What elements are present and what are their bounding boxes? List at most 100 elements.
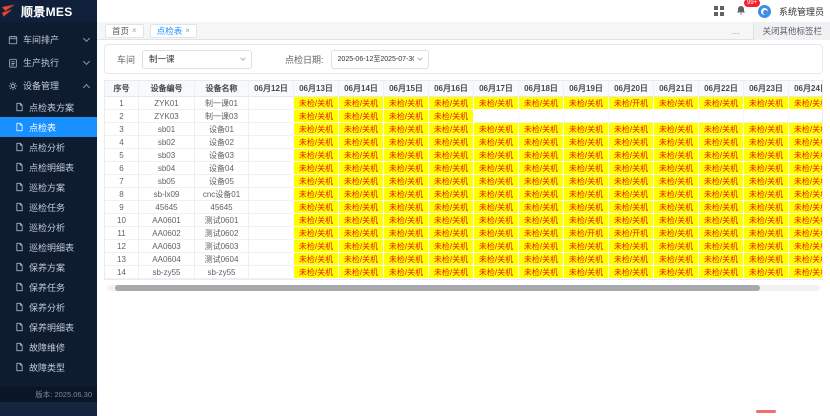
status-cell[interactable]: 未检/开机 (609, 227, 654, 240)
status-cell[interactable]: 未检/关机 (609, 201, 654, 214)
status-cell[interactable]: 未检/关机 (339, 123, 384, 136)
close-icon[interactable]: × (132, 26, 137, 35)
status-cell[interactable]: 未检/关机 (654, 253, 699, 266)
sidebar-item-13[interactable]: 故障类型 (0, 357, 97, 377)
horizontal-scrollbar-track[interactable] (107, 285, 820, 291)
status-cell[interactable]: 未检/关机 (474, 266, 519, 279)
status-cell[interactable]: 未检/关机 (654, 240, 699, 253)
tab-inspection-sheet[interactable]: 点检表 × (150, 24, 197, 38)
status-cell[interactable]: 未检/关机 (744, 149, 789, 162)
status-cell[interactable]: 未检/关机 (339, 149, 384, 162)
status-cell[interactable]: 未检/关机 (744, 97, 789, 110)
close-other-tabs-button[interactable]: 关闭其他标签栏 (753, 22, 830, 40)
status-cell[interactable]: 未检/关机 (474, 123, 519, 136)
status-cell[interactable]: 未检/关机 (294, 136, 339, 149)
status-cell[interactable]: 未检/关机 (384, 110, 429, 123)
status-cell[interactable]: 未检/关机 (384, 188, 429, 201)
status-cell[interactable]: 未检/关机 (789, 175, 823, 188)
status-cell[interactable]: 未检/关机 (519, 201, 564, 214)
status-cell[interactable]: 未检/关机 (744, 162, 789, 175)
status-cell[interactable]: 未检/关机 (654, 136, 699, 149)
status-cell[interactable]: 未检/关机 (564, 214, 609, 227)
status-cell[interactable]: 未检/关机 (429, 110, 474, 123)
status-cell[interactable]: 未检/关机 (339, 136, 384, 149)
table-row[interactable]: 13AA0604测试0604未检/关机未检/关机未检/关机未检/关机未检/关机未… (105, 253, 823, 266)
table-row[interactable]: 3sb01设备01未检/关机未检/关机未检/关机未检/关机未检/关机未检/关机未… (105, 123, 823, 136)
status-cell[interactable]: 未检/关机 (609, 136, 654, 149)
status-cell[interactable]: 未检/关机 (699, 201, 744, 214)
status-cell[interactable]: 未检/关机 (294, 123, 339, 136)
status-cell[interactable]: 未检/关机 (429, 240, 474, 253)
status-cell[interactable]: 未检/关机 (699, 266, 744, 279)
status-cell[interactable]: 未检/关机 (789, 136, 823, 149)
status-cell[interactable]: 未检/关机 (519, 266, 564, 279)
status-cell[interactable]: 未检/关机 (654, 175, 699, 188)
status-cell[interactable]: 未检/关机 (294, 201, 339, 214)
status-cell[interactable]: 未检/关机 (429, 201, 474, 214)
status-cell[interactable]: 未检/开机 (564, 227, 609, 240)
status-cell[interactable]: 未检/关机 (429, 136, 474, 149)
sidebar-item-11[interactable]: 保养明细表 (0, 317, 97, 337)
status-cell[interactable]: 未检/关机 (474, 136, 519, 149)
status-cell[interactable]: 未检/关机 (294, 97, 339, 110)
status-cell[interactable]: 未检/关机 (699, 227, 744, 240)
horizontal-scrollbar-thumb[interactable] (115, 285, 760, 291)
tab-more-button[interactable]: ... (724, 26, 748, 36)
status-cell[interactable]: 未检/关机 (609, 253, 654, 266)
table-row[interactable]: 1ZYK01制一课01未检/关机未检/关机未检/关机未检/关机未检/关机未检/关… (105, 97, 823, 110)
status-cell[interactable]: 未检/关机 (564, 240, 609, 253)
status-cell[interactable]: 未检/关机 (789, 227, 823, 240)
status-cell[interactable]: 未检/关机 (474, 201, 519, 214)
status-cell[interactable]: 未检/关机 (294, 110, 339, 123)
status-cell[interactable]: 未检/关机 (429, 227, 474, 240)
table-row[interactable]: 10AA0601测试0601未检/关机未检/关机未检/关机未检/关机未检/关机未… (105, 214, 823, 227)
status-cell[interactable]: 未检/关机 (429, 188, 474, 201)
workshop-select[interactable]: 制一课 (142, 50, 252, 69)
status-cell[interactable]: 未检/关机 (384, 253, 429, 266)
table-row[interactable]: 12AA0603测试0603未检/关机未检/关机未检/关机未检/关机未检/关机未… (105, 240, 823, 253)
status-cell[interactable]: 未检/关机 (474, 97, 519, 110)
status-cell[interactable]: 未检/关机 (564, 175, 609, 188)
status-cell[interactable]: 未检/关机 (339, 227, 384, 240)
status-cell[interactable]: 未检/关机 (564, 149, 609, 162)
status-cell[interactable]: 未检/关机 (384, 149, 429, 162)
status-cell[interactable]: 未检/关机 (789, 123, 823, 136)
status-cell[interactable]: 未检/关机 (519, 188, 564, 201)
status-cell[interactable]: 未检/关机 (744, 214, 789, 227)
status-cell[interactable]: 未检/关机 (744, 201, 789, 214)
table-row[interactable]: 6sb04设备04未检/关机未检/关机未检/关机未检/关机未检/关机未检/关机未… (105, 162, 823, 175)
status-cell[interactable]: 未检/关机 (564, 201, 609, 214)
status-cell[interactable]: 未检/关机 (699, 123, 744, 136)
status-cell[interactable]: 未检/关机 (654, 162, 699, 175)
status-cell[interactable]: 未检/关机 (474, 214, 519, 227)
status-cell[interactable]: 未检/关机 (789, 240, 823, 253)
status-cell[interactable]: 未检/关机 (339, 110, 384, 123)
status-cell[interactable]: 未检/关机 (699, 188, 744, 201)
status-cell[interactable]: 未检/关机 (429, 175, 474, 188)
status-cell[interactable]: 未检/关机 (519, 240, 564, 253)
status-cell[interactable]: 未检/关机 (294, 188, 339, 201)
status-cell[interactable]: 未检/关机 (699, 175, 744, 188)
status-cell[interactable]: 未检/关机 (609, 188, 654, 201)
status-cell[interactable]: 未检/关机 (654, 188, 699, 201)
status-cell[interactable]: 未检/关机 (384, 162, 429, 175)
status-cell[interactable]: 未检/关机 (519, 149, 564, 162)
status-cell[interactable]: 未检/关机 (744, 123, 789, 136)
sidebar-item-0[interactable]: 点检表方案 (0, 97, 97, 117)
status-cell[interactable]: 未检/关机 (429, 149, 474, 162)
sidebar-item-6[interactable]: 巡检分析 (0, 217, 97, 237)
status-cell[interactable]: 未检/关机 (294, 253, 339, 266)
status-cell[interactable]: 未检/关机 (384, 123, 429, 136)
sidebar-item-3[interactable]: 点检明细表 (0, 157, 97, 177)
status-cell[interactable]: 未检/关机 (519, 175, 564, 188)
status-cell[interactable]: 未检/关机 (384, 201, 429, 214)
status-cell[interactable]: 未检/关机 (609, 123, 654, 136)
table-row[interactable]: 4sb02设备02未检/关机未检/关机未检/关机未检/关机未检/关机未检/关机未… (105, 136, 823, 149)
status-cell[interactable]: 未检/关机 (699, 136, 744, 149)
status-cell[interactable]: 未检/关机 (519, 227, 564, 240)
status-cell[interactable]: 未检/关机 (744, 266, 789, 279)
status-cell[interactable]: 未检/关机 (744, 188, 789, 201)
status-cell[interactable]: 未检/关机 (654, 227, 699, 240)
inspection-date-range-picker[interactable]: 2025-06-12至2025-07-30 (331, 50, 429, 69)
status-cell[interactable]: 未检/关机 (609, 214, 654, 227)
